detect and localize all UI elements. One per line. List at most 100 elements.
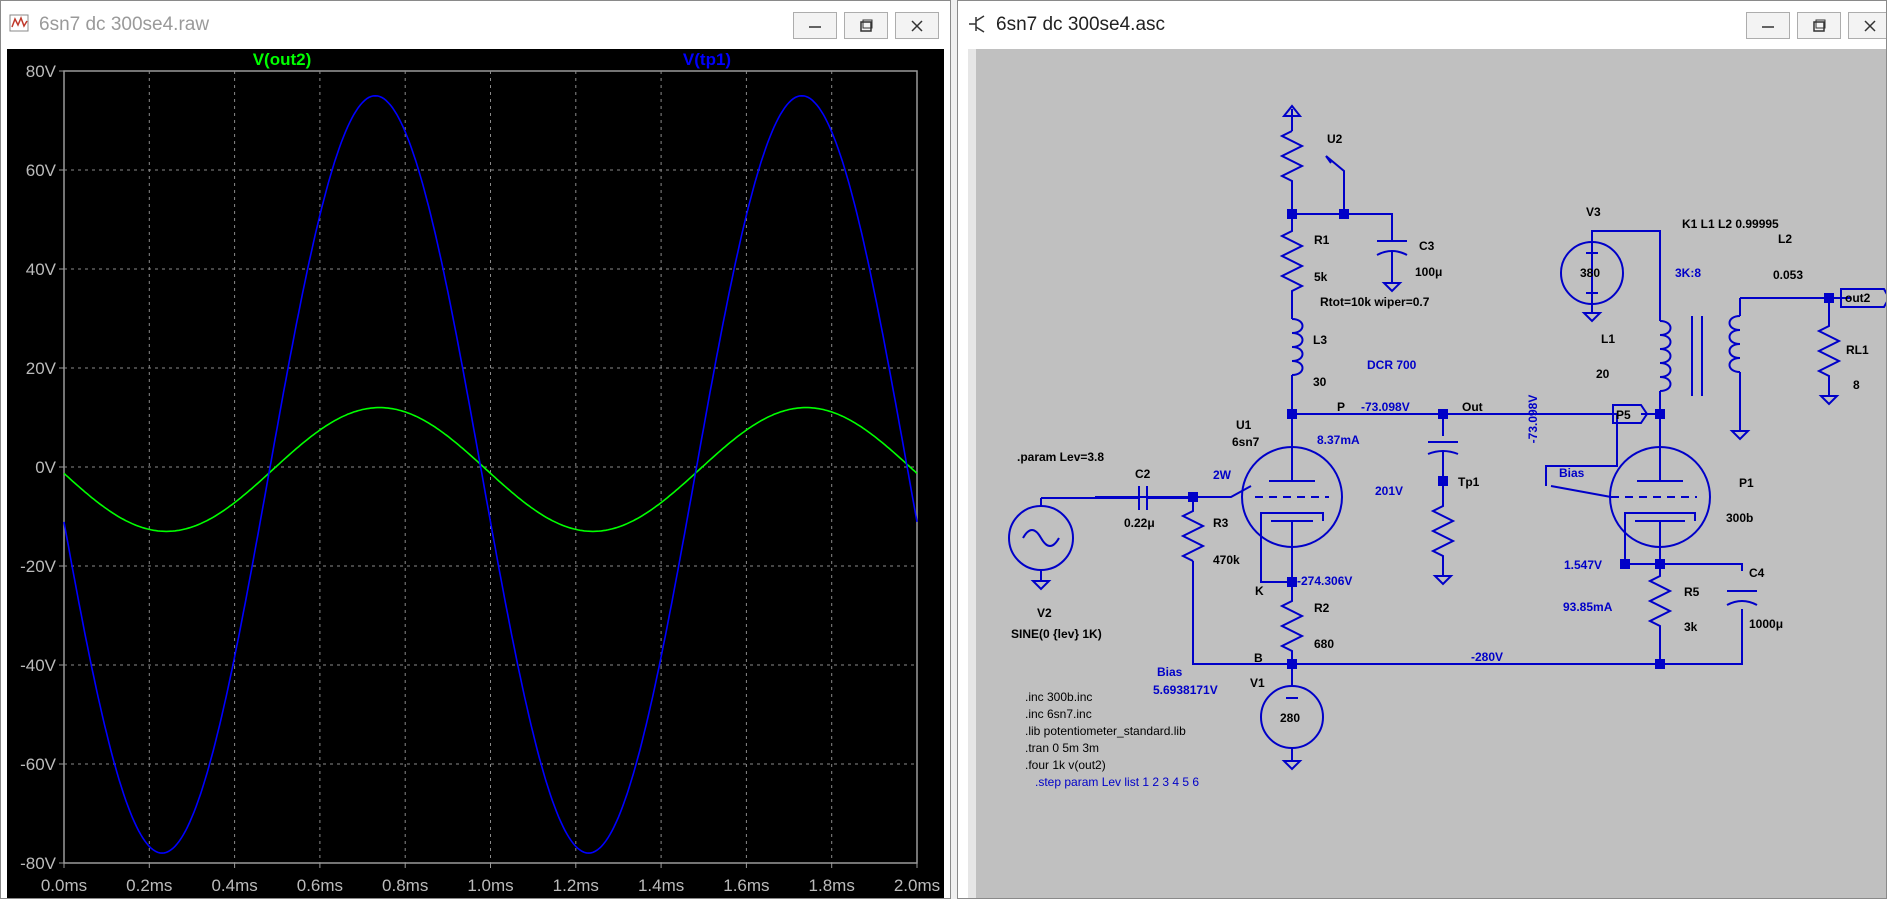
directive-line[interactable]: .four 1k v(out2) (1025, 758, 1106, 772)
potentiometer-u2[interactable] (1279, 104, 1345, 214)
x-tick-label: 1.8ms (809, 876, 855, 895)
label-c3: C3 (1419, 239, 1435, 253)
close-icon (1864, 20, 1876, 32)
resistor-rl1[interactable] (1816, 319, 1842, 406)
triode-p1[interactable] (1550, 414, 1711, 564)
x-tick-label: 0.0ms (41, 876, 87, 895)
resistor-r3[interactable] (1180, 506, 1206, 562)
x-tick-label: 1.0ms (467, 876, 513, 895)
minimize-button[interactable] (793, 12, 837, 39)
label-r2: R2 (1314, 601, 1330, 615)
schematic-canvas[interactable]: U2 R1 5k C3 100μ Rtot=10k wiper=0.7 L3 3… (968, 49, 1886, 898)
y-tick-label: 20V (26, 359, 57, 378)
directive-line[interactable]: .inc 6sn7.inc (1025, 707, 1092, 721)
schematic-titlebar[interactable]: 6sn7 dc 300se4.asc (958, 1, 1886, 49)
capacitor-out[interactable] (1427, 414, 1459, 481)
value-c2: 0.22μ (1124, 516, 1155, 530)
label-rtot: Rtot=10k wiper=0.7 (1320, 295, 1430, 309)
value-r3: 470k (1213, 553, 1240, 567)
resistor-r1[interactable] (1279, 214, 1305, 311)
x-tick-label: 0.2ms (126, 876, 172, 895)
y-tick-label: 40V (26, 260, 57, 279)
source-v2[interactable] (1008, 498, 1074, 591)
y-tick-label: -80V (20, 854, 57, 873)
directive-line[interactable]: .inc 300b.inc (1025, 690, 1092, 704)
value-c4: 1000μ (1749, 617, 1783, 631)
label-node-out: Out (1462, 400, 1483, 414)
y-tick-label: 60V (26, 161, 57, 180)
legend-v-tp1[interactable]: V(tp1) (683, 50, 731, 69)
label-r1: R1 (1314, 233, 1330, 247)
x-tick-label: 0.4ms (211, 876, 257, 895)
schematic-drawing[interactable]: U2 R1 5k C3 100μ Rtot=10k wiper=0.7 L3 3… (968, 49, 1887, 899)
schematic-close-button[interactable] (1848, 12, 1886, 39)
step-directive[interactable]: .step param Lev list 1 2 3 4 5 6 (1035, 775, 1199, 789)
op-neg280: -280V (1471, 650, 1503, 664)
op-v1547: 1.547V (1564, 558, 1602, 572)
resistor-r2[interactable] (1279, 582, 1305, 664)
capacitor-c4[interactable] (1726, 590, 1758, 606)
label-l2: L2 (1778, 232, 1792, 246)
waveform-app-icon (9, 14, 29, 32)
resistor-tp1-load[interactable] (1430, 481, 1456, 586)
label-dcr: DCR 700 (1367, 358, 1417, 372)
label-node-b: B (1254, 651, 1263, 665)
transformer-core (1691, 316, 1703, 396)
label-rl1: RL1 (1846, 343, 1869, 357)
y-tick-label: -60V (20, 755, 57, 774)
y-tick-label: 80V (26, 62, 57, 81)
label-tp1: Tp1 (1458, 475, 1480, 489)
x-tick-label: 0.6ms (297, 876, 343, 895)
coupling-directive[interactable]: K1 L1 L2 0.99995 (1682, 217, 1779, 231)
schematic-maximize-button[interactable] (1797, 12, 1841, 39)
value-p1: 300b (1726, 511, 1753, 525)
x-tick-label: 2.0ms (894, 876, 940, 895)
label-r3: R3 (1213, 516, 1229, 530)
schematic-window-title: 6sn7 dc 300se4.asc (996, 14, 1166, 35)
inductor-l1[interactable] (1659, 311, 1672, 414)
label-r5: R5 (1684, 585, 1700, 599)
value-v2: SINE(0 {lev} 1K) (1011, 627, 1102, 641)
label-u1: U1 (1236, 418, 1252, 432)
directive-line[interactable]: .lib potentiometer_standard.lib (1025, 724, 1186, 738)
plot-window-title: 6sn7 dc 300se4.raw (39, 14, 210, 35)
x-tick-label: 1.4ms (638, 876, 684, 895)
spice-directives[interactable]: .inc 300b.inc .inc 6sn7.inc .lib potenti… (1025, 690, 1199, 789)
op-bias-v: 5.6938171V (1153, 683, 1218, 697)
value-v3: 380 (1580, 266, 1600, 280)
restore-icon (860, 19, 873, 32)
inductor-l3[interactable] (1291, 311, 1304, 414)
wires (1041, 213, 1851, 665)
value-r5: 3k (1684, 620, 1698, 634)
legend-v-out2[interactable]: V(out2) (253, 50, 312, 69)
plot-area[interactable]: 0.0ms 0.2ms 0.4ms 0.6ms 0.8ms 1.0ms 1.2ms 1.4ms… (7, 49, 944, 898)
inductor-l2[interactable] (1728, 298, 1751, 441)
param-directive[interactable]: .param Lev=3.8 (1017, 450, 1104, 464)
directive-line[interactable]: .tran 0 5m 3m (1025, 741, 1099, 755)
resistor-r5[interactable] (1647, 564, 1673, 664)
maximize-button[interactable] (844, 12, 888, 39)
value-l2: 0.053 (1773, 268, 1803, 282)
label-bias: Bias (1157, 665, 1183, 679)
op-i-plate: 8.37mA (1317, 433, 1360, 447)
value-r2: 680 (1314, 637, 1334, 651)
op-power-2w: 2W (1213, 468, 1232, 482)
plot-titlebar[interactable]: 6sn7 dc 300se4.raw (1, 1, 950, 49)
label-port-p5: P5 (1616, 408, 1631, 422)
restore-icon (1813, 19, 1826, 32)
capacitor-c3[interactable] (1376, 240, 1408, 293)
label-u2: U2 (1327, 132, 1343, 146)
close-button[interactable] (895, 12, 939, 39)
schematic-minimize-button[interactable] (1746, 12, 1790, 39)
value-r1: 5k (1314, 270, 1328, 284)
waveform-plot[interactable]: 0.0ms 0.2ms 0.4ms 0.6ms 0.8ms 1.0ms 1.2ms 1.4ms… (7, 49, 946, 899)
label-v2: V2 (1037, 606, 1052, 620)
label-c2: C2 (1135, 467, 1151, 481)
value-l1: 20 (1596, 367, 1610, 381)
schematic-left-border (968, 49, 976, 898)
label-node-p: P (1337, 400, 1345, 414)
x-tick-label: 1.6ms (723, 876, 769, 895)
capacitor-c2[interactable] (1041, 486, 1193, 510)
label-ratio: 3K:8 (1675, 266, 1701, 280)
label-p1: P1 (1739, 476, 1754, 490)
